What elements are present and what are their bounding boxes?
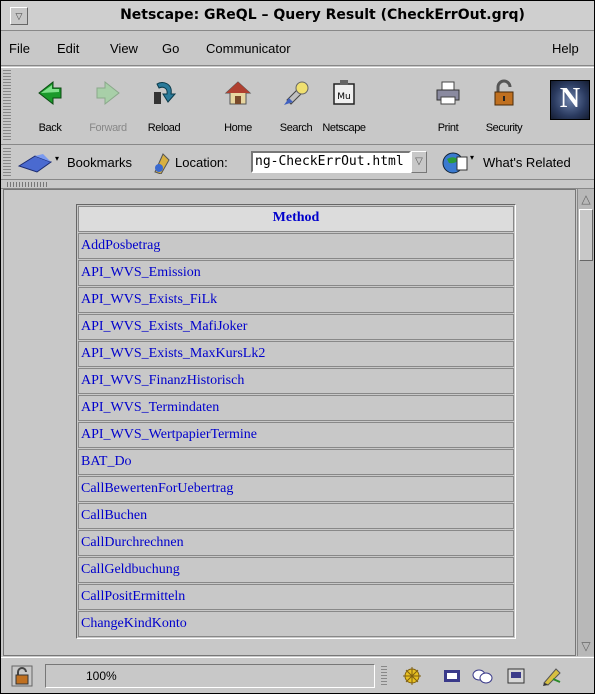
menu-edit[interactable]: Edit [57,41,79,56]
location-label: Location: [175,155,228,170]
zoom-level: 100% [45,664,375,688]
forward-arrow-icon [96,80,120,106]
table-row[interactable]: API_WVS_FinanzHistorisch [78,368,514,394]
page-content: Method AddPosbetrag API_WVS_Emission API… [3,189,576,656]
back-arrow-icon [38,80,62,106]
table-row[interactable]: BAT_Do [78,449,514,475]
menu-go[interactable]: Go [162,41,179,56]
table-row[interactable]: API_WVS_Termindaten [78,395,514,421]
reload-label: Reload [147,122,181,134]
bookmarks-icon[interactable]: ▾ [17,152,61,174]
netscape-button[interactable]: Mu Netscape [313,74,375,142]
forward-button[interactable]: Forward [77,74,139,142]
security-lock-status-icon[interactable] [11,665,33,687]
netscape-label: Netscape [322,122,366,134]
security-label: Security [485,122,523,134]
menu-view[interactable]: View [110,41,138,56]
title-bar: ▽ Netscape: GReQL – Query Result (CheckE… [1,1,594,31]
whats-related-label[interactable]: What's Related [483,155,571,170]
print-label: Print [437,122,459,134]
address-book-icon[interactable] [505,665,527,687]
discussions-icon[interactable] [471,665,493,687]
table-row[interactable]: API_WVS_Exists_FiLk [78,287,514,313]
home-button[interactable]: Home [207,74,269,142]
method-table: Method AddPosbetrag API_WVS_Emission API… [76,204,516,639]
svg-text:Mu: Mu [337,92,350,102]
toolbar-grip[interactable] [3,70,11,142]
table-row[interactable]: API_WVS_Exists_MaxKursLk2 [78,341,514,367]
whats-related-icon[interactable]: ▾ [441,151,475,175]
table-row[interactable]: CallGeldbuchung [78,557,514,583]
scroll-up-arrow[interactable]: △ [579,191,593,207]
table-header-method: Method [78,206,514,232]
collapsed-toolbar-grip[interactable] [7,182,47,187]
location-toolbar: ▾ Bookmarks Location: ng-CheckErrOut.htm… [1,146,594,180]
table-row[interactable]: CallPositErmitteln [78,584,514,610]
security-button[interactable]: Security [473,74,535,142]
window-menu-button[interactable]: ▽ [10,7,28,25]
menu-bar: File Edit View Go Communicator Help [1,32,594,66]
reload-icon [154,81,177,104]
back-label: Back [38,122,62,134]
reload-button[interactable]: Reload [133,74,195,142]
netscape-logo[interactable]: N [550,80,590,120]
back-button[interactable]: Back [19,74,81,142]
netscape-logo-letter: N [559,83,581,114]
vertical-scrollbar[interactable]: △ ▽ [577,189,594,656]
print-button[interactable]: Print [417,74,479,142]
table-row[interactable]: CallDurchrechnen [78,530,514,556]
home-label: Home [224,122,252,134]
forward-label: Forward [89,122,127,134]
browser-window: ▽ Netscape: GReQL – Query Result (CheckE… [0,0,595,694]
netscape-portal-icon: Mu [333,80,355,105]
table-row[interactable]: API_WVS_WertpapierTermine [78,422,514,448]
location-input[interactable]: ng-CheckErrOut.html [251,151,411,173]
menu-file[interactable]: File [9,41,30,56]
navigation-toolbar: Back Forward Reload Home Search Mu Netsc… [1,67,594,145]
scroll-thumb[interactable] [579,209,593,261]
padlock-icon [494,79,514,106]
menu-communicator[interactable]: Communicator [206,41,291,56]
location-page-icon[interactable] [153,152,171,174]
svg-text:▾: ▾ [470,153,474,162]
window-title: Netscape: GReQL – Query Result (CheckErr… [120,7,525,23]
table-row[interactable]: ChangeKindKonto [78,611,514,637]
printer-icon [436,81,460,105]
table-row[interactable]: API_WVS_Exists_MafiJoker [78,314,514,340]
bookmarks-label[interactable]: Bookmarks [67,155,132,170]
search-flashlight-icon [284,81,309,105]
location-grip[interactable] [3,148,11,178]
status-bar: 100% [1,657,594,693]
personal-toolbar-collapsed[interactable] [1,181,594,189]
mail-inbox-icon[interactable] [441,665,463,687]
status-grip[interactable] [381,666,387,686]
navigator-component-icon[interactable] [401,665,423,687]
home-icon [224,81,252,105]
table-row[interactable]: API_WVS_Emission [78,260,514,286]
composer-icon[interactable] [541,665,563,687]
scroll-down-arrow[interactable]: ▽ [579,638,593,654]
menu-help[interactable]: Help [552,41,579,56]
svg-text:▾: ▾ [55,154,59,163]
table-row[interactable]: CallBewertenForUebertrag [78,476,514,502]
table-row[interactable]: AddPosbetrag [78,233,514,259]
location-dropdown-button[interactable]: ▽ [411,151,427,173]
table-row[interactable]: CallBuchen [78,503,514,529]
